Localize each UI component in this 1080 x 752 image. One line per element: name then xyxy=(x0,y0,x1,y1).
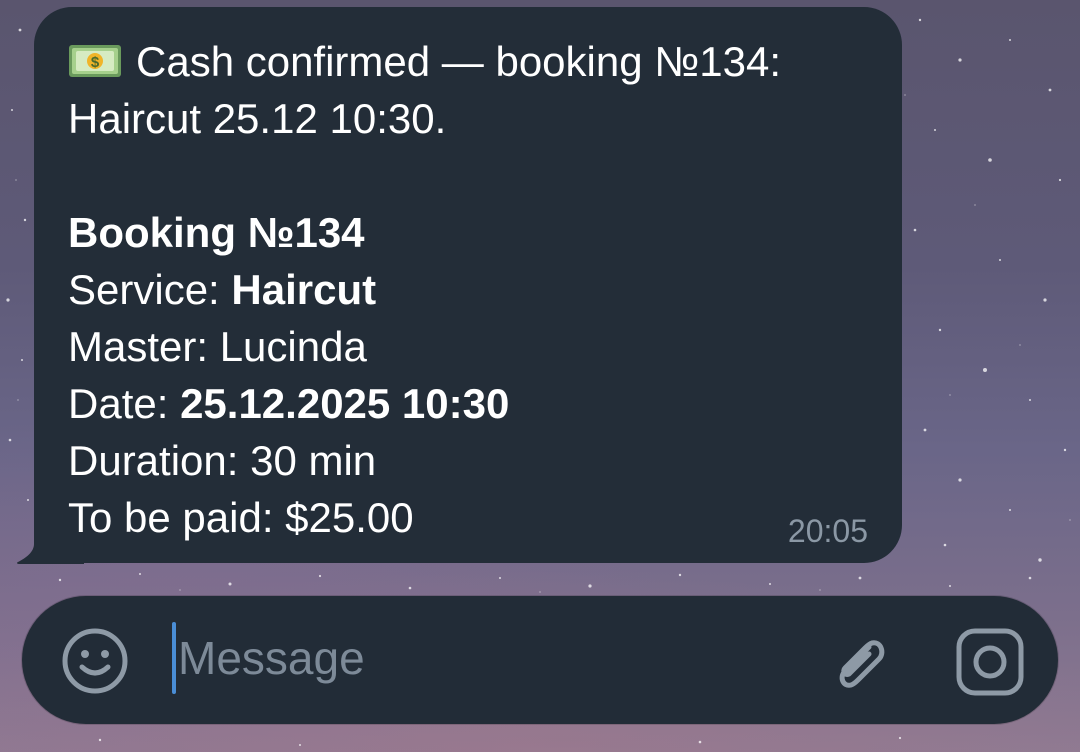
attach-button[interactable] xyxy=(822,624,898,700)
date-label: Date: xyxy=(68,380,181,427)
duration-value: 30 min xyxy=(250,437,377,484)
camera-button[interactable] xyxy=(952,624,1028,700)
paperclip-icon xyxy=(839,640,885,688)
money-banknote-icon: $ xyxy=(69,44,121,77)
master-label: Master: xyxy=(68,323,220,370)
incoming-message-bubble[interactable]: $ Cash confirmed — booking №134: Haircut… xyxy=(34,7,902,563)
message-confirmation-text: Cash confirmed — booking №134: xyxy=(136,38,782,85)
svg-text:$: $ xyxy=(91,54,100,71)
message-timestamp: 20:05 xyxy=(787,513,868,549)
service-label: Service: xyxy=(68,266,232,313)
message-line-1: $ Cash confirmed — booking №134: xyxy=(68,33,868,90)
booking-title: Booking №134 xyxy=(68,209,365,256)
service-row: Service: Haircut xyxy=(68,261,868,318)
master-row: Master: Lucinda xyxy=(68,318,868,375)
smiley-icon xyxy=(62,628,128,694)
service-value: Haircut xyxy=(231,266,377,313)
amount-value: $25.00 xyxy=(285,494,414,541)
duration-row: Duration: 30 min xyxy=(68,432,868,489)
amount-label: To be paid: xyxy=(68,494,286,541)
duration-label: Duration: xyxy=(68,437,251,484)
text-cursor xyxy=(172,622,176,694)
date-value: 25.12.2025 10:30 xyxy=(180,380,510,427)
camera-icon xyxy=(956,628,1024,696)
message-input[interactable] xyxy=(178,618,778,698)
amount-row: To be paid: $25.00 xyxy=(68,489,868,546)
emoji-button[interactable] xyxy=(60,626,130,696)
message-line-2: Haircut 25.12 10:30. xyxy=(68,95,447,142)
message-composer xyxy=(22,596,1058,724)
master-value: Lucinda xyxy=(219,323,367,370)
date-row: Date: 25.12.2025 10:30 xyxy=(68,375,868,432)
